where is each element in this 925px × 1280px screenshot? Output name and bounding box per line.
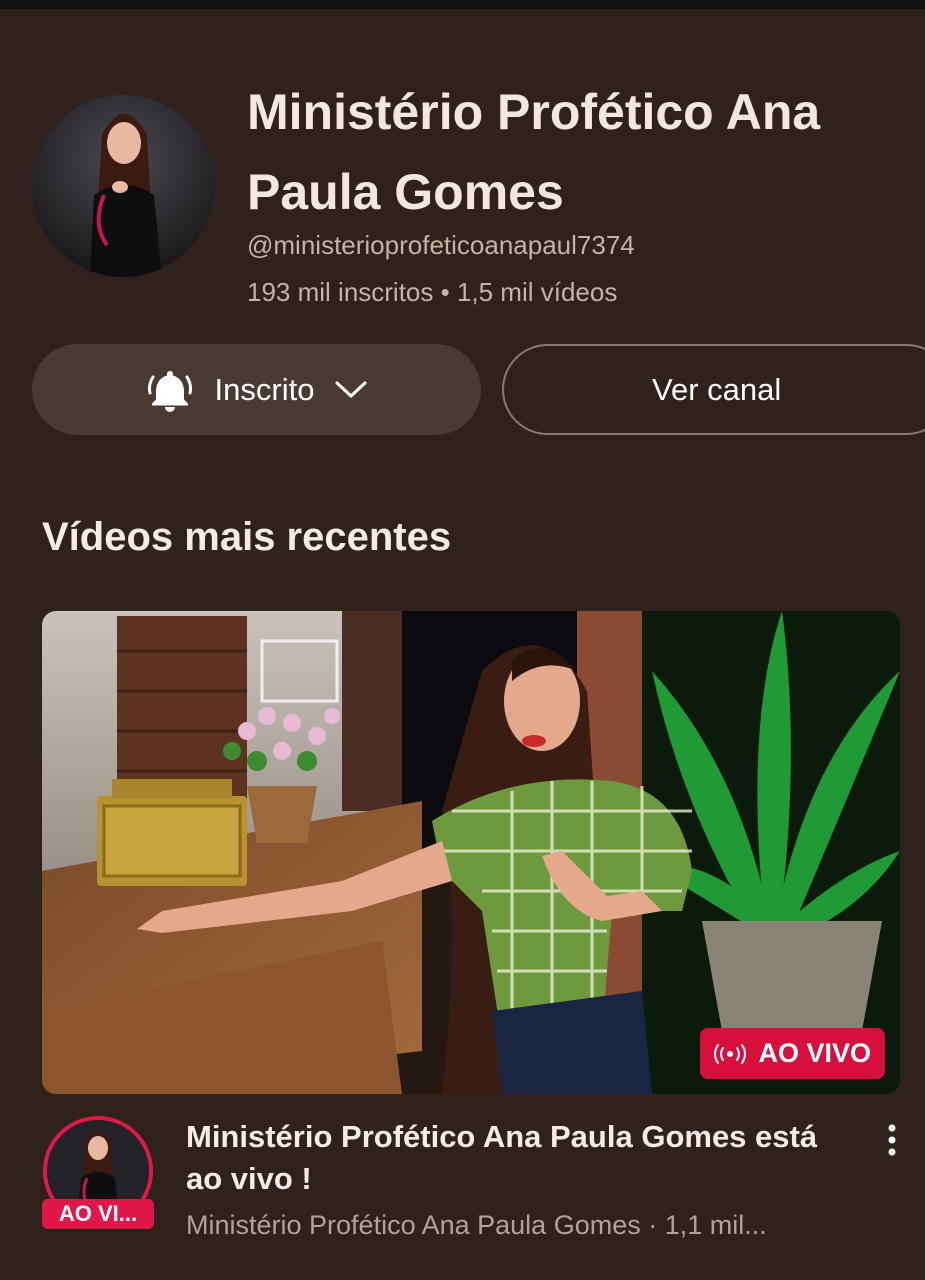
channel-avatar[interactable]: [32, 95, 214, 277]
channel-avatar-image: [32, 95, 214, 277]
live-broadcast-icon: [712, 1043, 748, 1065]
view-channel-label: Ver canal: [652, 371, 782, 407]
view-channel-button[interactable]: Ver canal: [502, 344, 925, 435]
chevron-down-icon: [334, 380, 368, 400]
channel-page: Ministério Profético Ana Paula Gomes @mi…: [0, 0, 925, 1280]
channel-title: Ministério Profético Ana Paula Gomes: [247, 84, 821, 220]
status-bar: [0, 0, 925, 9]
live-badge: AO VIVO: [700, 1028, 885, 1079]
section-title: Vídeos mais recentes: [42, 515, 452, 559]
subscribed-label: Inscrito: [214, 371, 315, 407]
channel-handle: @ministerioprofeticoanapaul7374: [247, 230, 635, 260]
video-meta: Ministério Profético Ana Paula Gomes · 1…: [186, 1210, 767, 1240]
avatar-live-badge: AO VI...: [42, 1199, 154, 1229]
thumbnail-image: [42, 611, 900, 1094]
more-options-button[interactable]: [872, 1122, 912, 1162]
channel-stats: 193 mil inscritos • 1,5 mil vídeos: [247, 277, 618, 307]
live-badge-label: AO VIVO: [758, 1038, 871, 1068]
video-title[interactable]: Ministério Profético Ana Paula Gomes est…: [186, 1116, 846, 1200]
more-vertical-icon: [887, 1123, 897, 1162]
bell-icon: [145, 365, 195, 415]
subscribed-button[interactable]: Inscrito: [32, 344, 481, 435]
video-thumbnail[interactable]: AO VIVO: [42, 611, 900, 1094]
